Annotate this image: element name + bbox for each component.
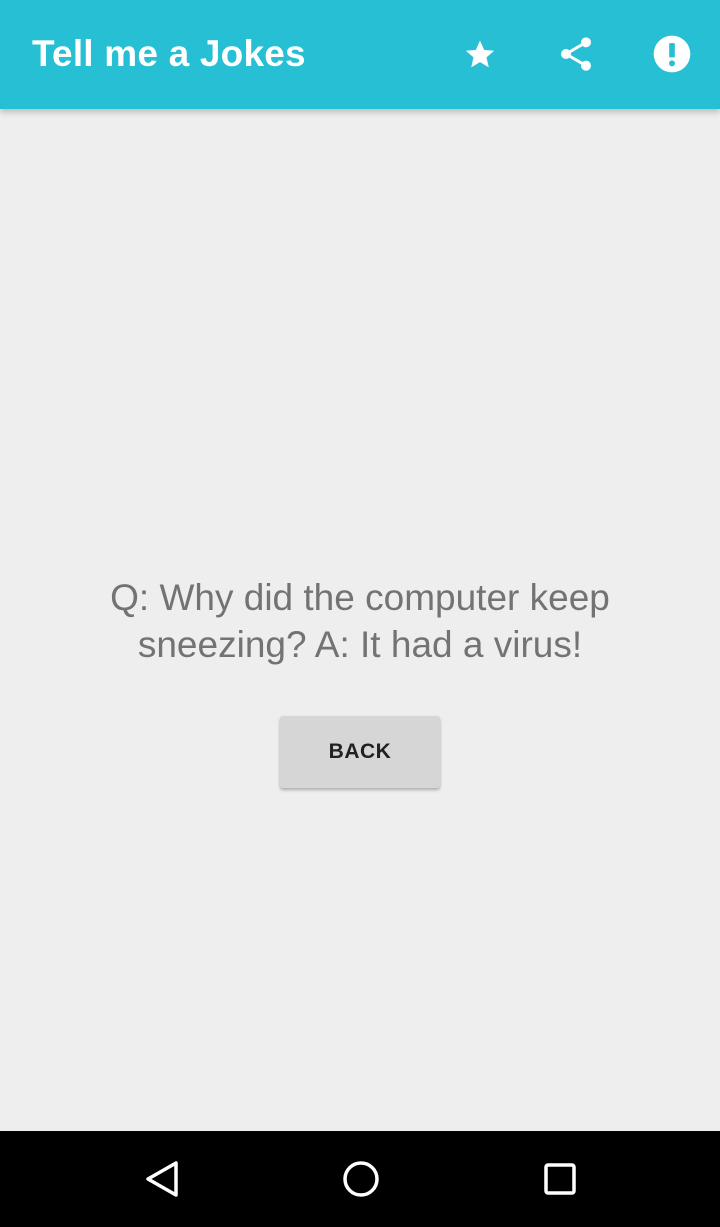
favorite-button[interactable] [456,30,504,78]
share-button[interactable] [552,30,600,78]
nav-back-icon [146,1161,178,1197]
screen: Tell me a Jokes Q: Why did the computer … [0,0,720,1227]
nav-home-button[interactable] [333,1151,389,1207]
nav-recents-button[interactable] [532,1151,588,1207]
app-title: Tell me a Jokes [32,33,306,74]
app-bar: Tell me a Jokes [0,0,720,109]
report-icon [653,35,691,73]
nav-back-button[interactable] [134,1151,190,1207]
back-button[interactable]: BACK [280,716,440,788]
share-icon [561,37,591,71]
nav-recents-icon [544,1163,576,1195]
content-area: Q: Why did the computer keep sneezing? A… [0,109,720,1131]
joke-text: Q: Why did the computer keep sneezing? A… [110,577,610,665]
nav-home-icon [343,1161,379,1197]
system-nav-bar [0,1131,720,1227]
star-icon [465,40,495,68]
report-button[interactable] [648,30,696,78]
